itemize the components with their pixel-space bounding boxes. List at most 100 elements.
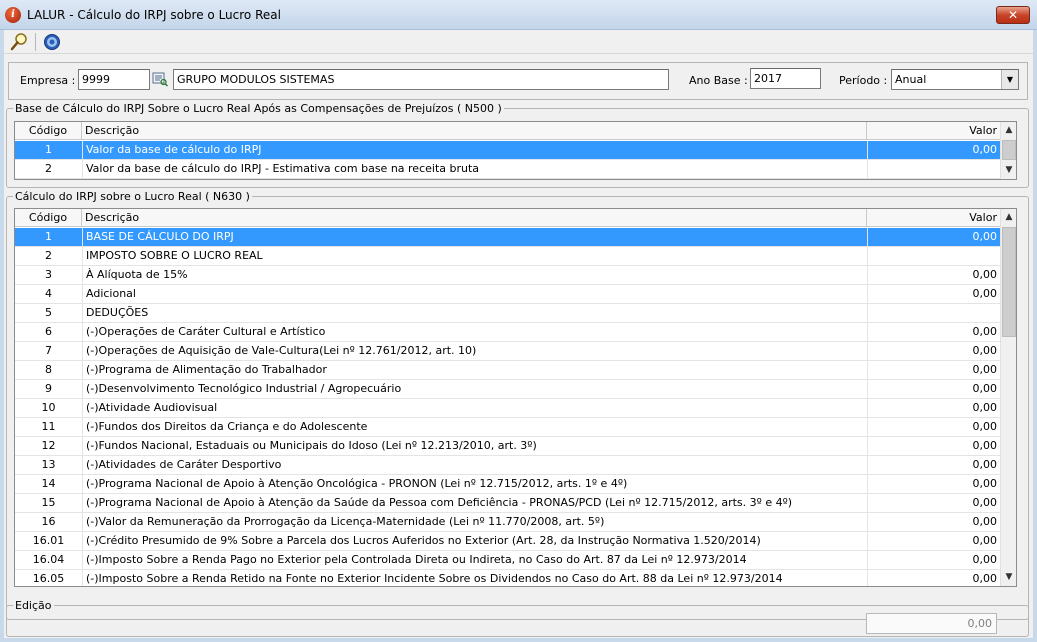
row-value: 0,00 <box>867 141 1000 160</box>
table-row[interactable]: 1 Valor da base de cálculo do IRPJ 0,00 <box>15 141 1000 160</box>
close-button[interactable]: ✕ <box>996 6 1030 24</box>
scroll-up-icon[interactable]: ▲ <box>1001 209 1016 226</box>
table-row[interactable]: 11 (-)Fundos dos Direitos da Criança e do… <box>15 418 1000 437</box>
periodo-select[interactable]: Anual ▼ <box>891 69 1019 90</box>
row-value: 0,00 <box>867 342 1000 361</box>
lookup-icon[interactable] <box>152 71 169 87</box>
row-description: (-)Fundos Nacional, Estaduais ou Municip… <box>82 437 867 456</box>
table-row[interactable]: 9 (-)Desenvolvimento Tecnológico Industri… <box>15 380 1000 399</box>
row-code: 6 <box>45 325 52 338</box>
table-row[interactable]: 12 (-)Fundos Nacional, Estaduais ou Munic… <box>15 437 1000 456</box>
table-row[interactable]: 15 (-)Programa Nacional de Apoio à Atençã… <box>15 494 1000 513</box>
scroll-down-icon[interactable]: ▼ <box>1001 569 1016 586</box>
row-value <box>867 304 1000 323</box>
row-value: 0,00 <box>867 513 1000 532</box>
table-row[interactable]: 16.01 (-)Crédito Presumido de 9% Sobre a … <box>15 532 1000 551</box>
table-row[interactable]: 10 (-)Atividade Audiovisual 0,00 <box>15 399 1000 418</box>
row-code: 16.04 <box>32 553 65 566</box>
column-header-valor[interactable]: Valor <box>867 122 1000 140</box>
row-value <box>867 247 1000 266</box>
row-description: (-)Fundos dos Direitos da Criança e do A… <box>82 418 867 437</box>
empresa-code-field[interactable]: 9999 <box>78 69 150 90</box>
row-description: (-)Valor da Remuneração da Prorrogação d… <box>82 513 867 532</box>
row-code: 7 <box>45 344 52 357</box>
row-description: (-)Imposto Sobre a Renda Retido na Fonte… <box>82 570 867 586</box>
ano-base-label: Ano Base : <box>689 74 748 87</box>
n630-legend: Cálculo do IRPJ sobre o Lucro Real ( N63… <box>15 190 250 203</box>
row-code: 9 <box>45 382 52 395</box>
table-row[interactable]: 5 DEDUÇÕES <box>15 304 1000 323</box>
row-description: (-)Programa Nacional de Apoio à Atenção … <box>82 494 867 513</box>
column-header-valor[interactable]: Valor <box>867 209 1000 227</box>
table-row[interactable]: 2 Valor da base de cálculo do IRPJ - Est… <box>15 160 1000 179</box>
table-row[interactable]: 16 (-)Valor da Remuneração da Prorrogação… <box>15 513 1000 532</box>
row-description: IMPOSTO SOBRE O LUCRO REAL <box>82 247 867 266</box>
scroll-down-icon[interactable]: ▼ <box>1001 162 1016 179</box>
empresa-name-field[interactable]: GRUPO MODULOS SISTEMAS <box>173 69 669 90</box>
n630-scrollbar[interactable]: ▲ ▼ <box>1000 209 1016 586</box>
row-value: 0,00 <box>867 361 1000 380</box>
row-description: (-)Crédito Presumido de 9% Sobre a Parce… <box>82 532 867 551</box>
row-code: 2 <box>45 162 52 175</box>
table-row[interactable]: 7 (-)Operações de Aquisição de Vale-Cultu… <box>15 342 1000 361</box>
empresa-label: Empresa : <box>20 74 76 87</box>
table-row[interactable]: 6 (-)Operações de Caráter Cultural e Artí… <box>15 323 1000 342</box>
column-header-codigo[interactable]: Código <box>15 122 82 140</box>
row-description: (-)Operações de Caráter Cultural e Artís… <box>82 323 867 342</box>
table-row[interactable]: 4 Adicional 0,00 <box>15 285 1000 304</box>
row-code: 12 <box>41 439 56 452</box>
ano-base-field[interactable]: 2017 <box>750 68 821 89</box>
row-code: 16.05 <box>32 572 65 585</box>
row-code: 8 <box>45 363 52 376</box>
row-description: BASE DE CÁLCULO DO IRPJ <box>82 228 867 247</box>
row-value: 0,00 <box>867 228 1000 247</box>
scroll-thumb[interactable] <box>1002 140 1016 160</box>
row-value: 0,00 <box>867 266 1000 285</box>
row-code: 2 <box>45 249 52 262</box>
n500-grid-header: Código Descrição Valor <box>15 122 1000 140</box>
table-row[interactable]: 16.04 (-)Imposto Sobre a Renda Pago no Ex… <box>15 551 1000 570</box>
column-header-descricao[interactable]: Descrição <box>82 122 867 140</box>
row-code: 1 <box>45 143 52 156</box>
window-client: Empresa : 9999 GRUPO MODULOS SISTEMAS An… <box>4 30 1033 638</box>
row-description: (-)Atividade Audiovisual <box>82 399 867 418</box>
row-code: 4 <box>45 287 52 300</box>
window-title: LALUR - Cálculo do IRPJ sobre o Lucro Re… <box>27 8 281 22</box>
row-description: (-)Imposto Sobre a Renda Pago no Exterio… <box>82 551 867 570</box>
table-row[interactable]: 3 À Alíquota de 15% 0,00 <box>15 266 1000 285</box>
scroll-up-icon[interactable]: ▲ <box>1001 122 1016 139</box>
toolbar-separator <box>35 33 36 51</box>
table-row[interactable]: 1 BASE DE CÁLCULO DO IRPJ 0,00 <box>15 228 1000 247</box>
row-description: À Alíquota de 15% <box>82 266 867 285</box>
table-row[interactable]: 8 (-)Programa de Alimentação do Trabalhad… <box>15 361 1000 380</box>
search-icon[interactable] <box>10 32 32 52</box>
toolbar <box>4 30 1033 54</box>
column-header-descricao[interactable]: Descrição <box>82 209 867 227</box>
table-row[interactable]: 2 IMPOSTO SOBRE O LUCRO REAL <box>15 247 1000 266</box>
n630-grid: Código Descrição Valor 1 BASE DE CÁLCULO … <box>14 208 1017 587</box>
n500-scrollbar[interactable]: ▲ ▼ <box>1000 122 1016 179</box>
info-icon[interactable] <box>42 32 64 52</box>
edicao-value-field[interactable]: 0,00 <box>866 613 997 634</box>
row-value: 0,00 <box>867 399 1000 418</box>
table-row[interactable]: 16.05 (-)Imposto Sobre a Renda Retido na … <box>15 570 1000 586</box>
filter-panel: Empresa : 9999 GRUPO MODULOS SISTEMAS An… <box>8 62 1028 100</box>
row-description: Adicional <box>82 285 867 304</box>
row-value: 0,00 <box>867 456 1000 475</box>
scroll-thumb[interactable] <box>1002 227 1016 337</box>
row-code: 11 <box>41 420 56 433</box>
title-bar: i LALUR - Cálculo do IRPJ sobre o Lucro … <box>0 0 1037 30</box>
row-code: 16.01 <box>32 534 65 547</box>
table-row[interactable]: 13 (-)Atividades de Caráter Desportivo 0,0… <box>15 456 1000 475</box>
n500-legend: Base de Cálculo do IRPJ Sobre o Lucro Re… <box>15 102 502 115</box>
row-value: 0,00 <box>867 494 1000 513</box>
periodo-selected-value: Anual <box>895 73 927 86</box>
row-value: 0,00 <box>867 570 1000 586</box>
row-description: (-)Desenvolvimento Tecnológico Industria… <box>82 380 867 399</box>
chevron-down-icon[interactable]: ▼ <box>1001 70 1018 89</box>
row-description: (-)Atividades de Caráter Desportivo <box>82 456 867 475</box>
row-value: 0,00 <box>867 285 1000 304</box>
column-header-codigo[interactable]: Código <box>15 209 82 227</box>
table-row[interactable]: 14 (-)Programa Nacional de Apoio à Atençã… <box>15 475 1000 494</box>
row-code: 5 <box>45 306 52 319</box>
